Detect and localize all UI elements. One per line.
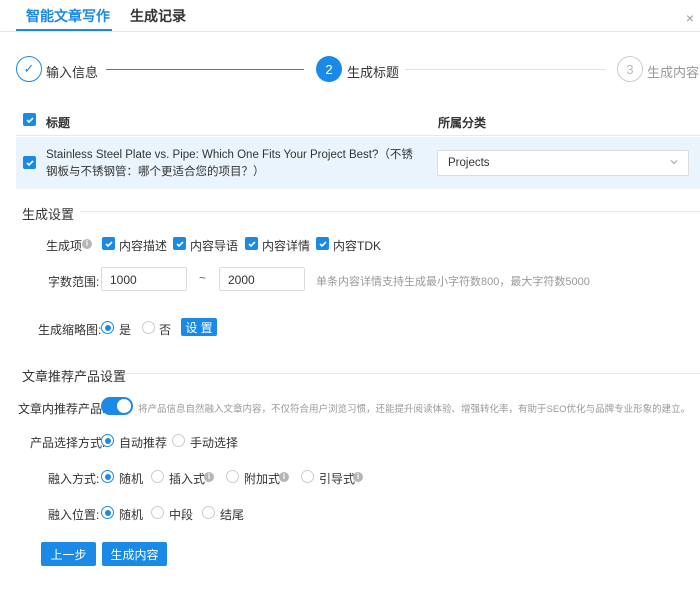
chevron-down-icon (670, 160, 678, 165)
pos-middle-label: 中段 (169, 508, 194, 522)
section-title-gen-settings: 生成设置 (22, 207, 75, 222)
word-max-value: 2000 (228, 273, 255, 287)
step-2-label: 生成标题 (347, 65, 400, 80)
category-select-value: Projects (448, 157, 490, 169)
mode-guide-label: 引导式 (319, 472, 356, 486)
inline-recommend-hint: 将产品信息自然融入文章内容，不仅符合用户浏览习惯，还能提升阅读体验、增强转化率，… (138, 404, 691, 415)
word-min-value: 1000 (110, 273, 137, 287)
pos-random-radio[interactable] (101, 506, 114, 519)
section-title-recommend: 文章推荐产品设置 (22, 369, 127, 384)
pos-middle-radio[interactable] (151, 506, 164, 519)
row-checkbox[interactable] (23, 156, 36, 169)
mode-append-label: 附加式 (244, 472, 281, 486)
item-intro-label: 内容导语 (190, 239, 239, 253)
column-header-title: 标题 (46, 116, 71, 130)
info-icon: i (353, 472, 363, 482)
mode-random-label: 随机 (119, 472, 144, 486)
mode-append-radio[interactable] (226, 470, 239, 483)
info-icon: i (82, 239, 92, 249)
close-icon[interactable]: × (686, 10, 694, 26)
item-desc-checkbox[interactable] (102, 237, 115, 250)
manual-select-label: 手动选择 (190, 436, 239, 450)
category-select[interactable]: Projects (437, 150, 689, 176)
check-icon (25, 116, 34, 123)
thumbnail-label: 生成缩略图: (38, 323, 102, 337)
divider (122, 373, 700, 374)
gen-items-label: 生成项 (46, 239, 83, 253)
item-intro-checkbox[interactable] (173, 237, 186, 250)
word-max-input[interactable]: 2000 (219, 267, 305, 291)
manual-select-radio[interactable] (172, 434, 185, 447)
thumbnail-settings-button[interactable]: 设 置 (181, 318, 217, 336)
thumbnail-no-label: 否 (159, 323, 172, 337)
mode-random-radio[interactable] (101, 470, 114, 483)
thumbnail-yes-radio[interactable] (101, 321, 114, 334)
step-3-number: 3 (617, 56, 643, 82)
check-icon (104, 240, 113, 247)
row-title-text: Stainless Steel Plate vs. Pipe: Which On… (46, 149, 413, 178)
check-icon (25, 159, 34, 166)
inline-recommend-label: 文章内推荐产品: (18, 402, 106, 416)
info-icon: i (204, 472, 214, 482)
item-detail-label: 内容详情 (262, 239, 311, 253)
step-1-check-icon: ✓ (16, 56, 42, 82)
generate-content-button[interactable]: 生成内容 (102, 542, 167, 566)
integrate-position-label: 融入位置: (48, 508, 100, 522)
word-min-input[interactable]: 1000 (101, 267, 187, 291)
tab-history[interactable]: 生成记录 (130, 6, 186, 26)
pos-end-radio[interactable] (202, 506, 215, 519)
prev-step-button[interactable]: 上一步 (41, 542, 96, 566)
step-3-label: 生成内容 (647, 65, 700, 80)
table-header: 标题 所属分类 (16, 104, 700, 136)
active-tab-indicator (16, 29, 112, 31)
integrate-mode-label: 融入方式: (48, 472, 100, 486)
auto-recommend-radio[interactable] (101, 434, 114, 447)
item-tdk-checkbox[interactable] (316, 237, 329, 250)
item-desc-label: 内容描述 (119, 239, 168, 253)
info-icon: i (279, 472, 289, 482)
step-connector-todo (405, 69, 605, 70)
product-select-label: 产品选择方式: (30, 436, 106, 450)
table-row: Stainless Steel Plate vs. Pipe: Which On… (16, 137, 700, 189)
step-connector-done (106, 69, 304, 70)
pos-random-label: 随机 (119, 508, 144, 522)
tab-smart-article[interactable]: 智能文章写作 (26, 6, 110, 26)
mode-guide-radio[interactable] (301, 470, 314, 483)
column-header-category: 所属分类 (438, 116, 487, 130)
step-1-label: 输入信息 (46, 65, 99, 80)
word-range-label: 字数范围: (48, 275, 100, 289)
tab-bar: 智能文章写作 生成记录 × (0, 0, 700, 32)
step-2-number: 2 (316, 56, 342, 82)
item-tdk-label: 内容TDK (333, 239, 382, 253)
divider (80, 211, 700, 212)
mode-insert-label: 插入式 (169, 472, 206, 486)
item-detail-checkbox[interactable] (245, 237, 258, 250)
check-icon (247, 240, 256, 247)
inline-recommend-toggle[interactable] (101, 397, 133, 415)
word-range-hint: 单条内容详情支持生成最小字符数800，最大字符数5000 (316, 276, 590, 288)
thumbnail-yes-label: 是 (119, 323, 132, 337)
select-all-checkbox[interactable] (23, 113, 36, 126)
range-separator: ~ (199, 271, 207, 285)
thumbnail-no-radio[interactable] (142, 321, 155, 334)
pos-end-label: 结尾 (220, 508, 245, 522)
mode-insert-radio[interactable] (151, 470, 164, 483)
check-icon (318, 240, 327, 247)
check-icon (175, 240, 184, 247)
auto-recommend-label: 自动推荐 (119, 436, 168, 450)
